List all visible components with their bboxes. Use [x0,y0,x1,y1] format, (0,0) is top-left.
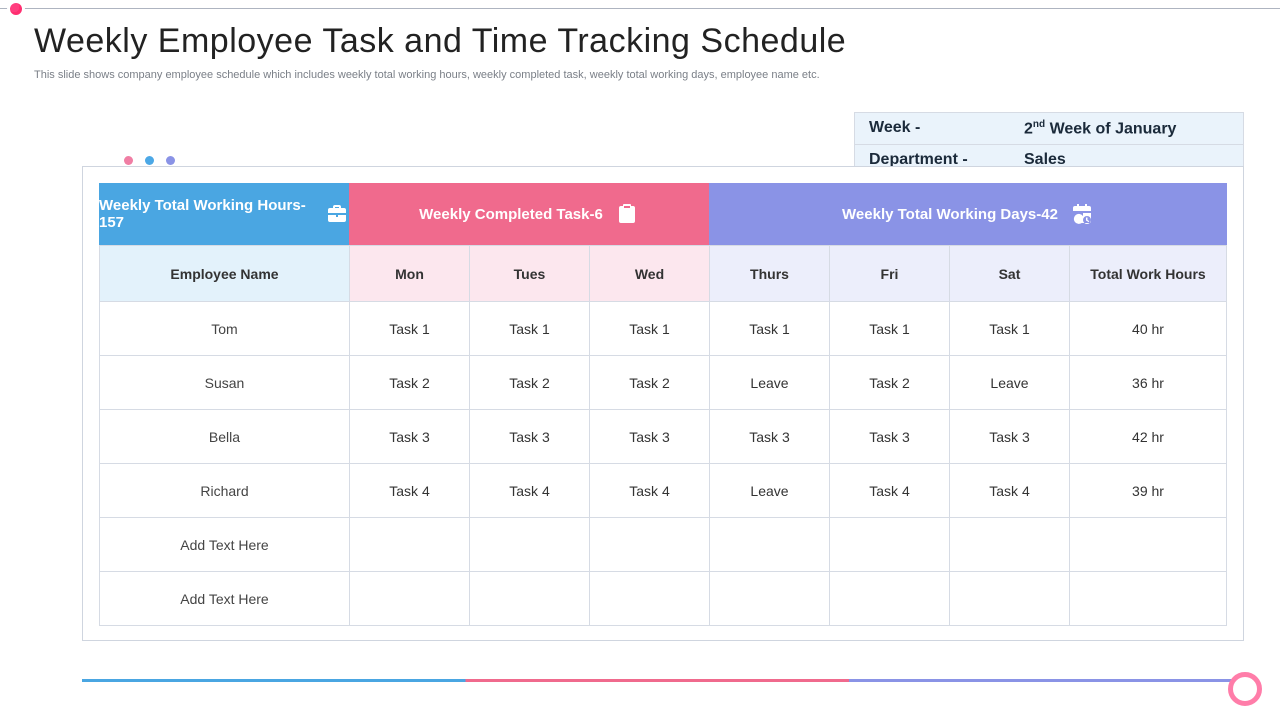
clipboard-icon [615,202,639,226]
cell-tue: Task 1 [470,302,590,356]
col-fri: Fri [830,246,950,302]
cell-sat: Leave [950,356,1070,410]
cell-thu: Leave [710,464,830,518]
cell-wed [590,572,710,626]
table-row: SusanTask 2Task 2Task 2LeaveTask 2Leave3… [100,356,1227,410]
summary-days: Weekly Total Working Days-42 [709,183,1227,245]
cell-thu: Task 1 [710,302,830,356]
briefcase-icon [325,202,349,226]
cell-wed [590,518,710,572]
schedule-table: Employee Name Mon Tues Wed Thurs Fri Sat… [99,245,1227,626]
summary-bar: Weekly Total Working Hours-157 Weekly Co… [99,183,1227,245]
cell-fri [830,572,950,626]
summary-tasks: Weekly Completed Task-6 [349,183,709,245]
cell-name: Add Text Here [100,572,350,626]
meta-week-value: 2nd Week of January [1024,119,1176,138]
page-title: Weekly Employee Task and Time Tracking S… [34,22,1246,61]
calendar-clock-icon [1070,202,1094,226]
cell-wed: Task 3 [590,410,710,464]
dot-pink-icon [124,156,133,165]
cell-thu [710,518,830,572]
table-row: RichardTask 4Task 4Task 4LeaveTask 4Task… [100,464,1227,518]
cell-tue: Task 3 [470,410,590,464]
summary-hours: Weekly Total Working Hours-157 [99,183,349,245]
summary-days-label: Weekly Total Working Days-42 [842,206,1058,223]
col-wed: Wed [590,246,710,302]
summary-hours-label: Weekly Total Working Hours-157 [99,197,313,231]
cell-tue [470,518,590,572]
dot-purple-icon [166,156,175,165]
cell-fri: Task 1 [830,302,950,356]
cell-mon: Task 4 [350,464,470,518]
cell-sat: Task 1 [950,302,1070,356]
table-body: TomTask 1Task 1Task 1Task 1Task 1Task 14… [100,302,1227,626]
cell-thu [710,572,830,626]
cell-thu: Task 3 [710,410,830,464]
cell-mon [350,572,470,626]
cell-mon [350,518,470,572]
cell-sat [950,518,1070,572]
cell-total: 42 hr [1070,410,1227,464]
cell-sat [950,572,1070,626]
cell-fri: Task 4 [830,464,950,518]
accent-bar [82,679,1244,682]
cell-sat: Task 3 [950,410,1070,464]
table-row: BellaTask 3Task 3Task 3Task 3Task 3Task … [100,410,1227,464]
tab-dots [124,156,175,165]
cell-tue: Task 2 [470,356,590,410]
col-sat: Sat [950,246,1070,302]
page-subtitle: This slide shows company employee schedu… [34,69,934,81]
cell-tue [470,572,590,626]
ring-icon [1228,672,1262,706]
cell-mon: Task 1 [350,302,470,356]
cell-wed: Task 2 [590,356,710,410]
meta-row-week: Week - 2nd Week of January [855,113,1243,144]
table-row: Add Text Here [100,572,1227,626]
col-mon: Mon [350,246,470,302]
meta-week-label: Week - [869,119,1014,138]
col-total: Total Work Hours [1070,246,1227,302]
meta-week-ordinal-number: 2 [1024,120,1033,137]
cell-name: Tom [100,302,350,356]
cell-thu: Leave [710,356,830,410]
cell-total: 36 hr [1070,356,1227,410]
dot-blue-icon [145,156,154,165]
schedule-panel: Weekly Total Working Hours-157 Weekly Co… [82,166,1244,641]
meta-week-ordinal-suffix: nd [1033,119,1045,130]
slide: Weekly Employee Task and Time Tracking S… [0,0,1280,720]
cell-fri [830,518,950,572]
cell-name: Add Text Here [100,518,350,572]
cell-name: Bella [100,410,350,464]
cell-fri: Task 2 [830,356,950,410]
summary-tasks-label: Weekly Completed Task-6 [419,206,603,223]
table-row: Add Text Here [100,518,1227,572]
cell-wed: Task 4 [590,464,710,518]
cell-mon: Task 3 [350,410,470,464]
table-row: TomTask 1Task 1Task 1Task 1Task 1Task 14… [100,302,1227,356]
cell-mon: Task 2 [350,356,470,410]
cell-tue: Task 4 [470,464,590,518]
cell-total [1070,572,1227,626]
cell-wed: Task 1 [590,302,710,356]
table-header-row: Employee Name Mon Tues Wed Thurs Fri Sat… [100,246,1227,302]
cell-name: Susan [100,356,350,410]
col-tue: Tues [470,246,590,302]
cell-total: 40 hr [1070,302,1227,356]
cell-total: 39 hr [1070,464,1227,518]
cell-sat: Task 4 [950,464,1070,518]
cell-total [1070,518,1227,572]
cell-name: Richard [100,464,350,518]
col-employee-name: Employee Name [100,246,350,302]
cell-fri: Task 3 [830,410,950,464]
meta-week-rest: Week of January [1045,120,1176,137]
col-thu: Thurs [710,246,830,302]
